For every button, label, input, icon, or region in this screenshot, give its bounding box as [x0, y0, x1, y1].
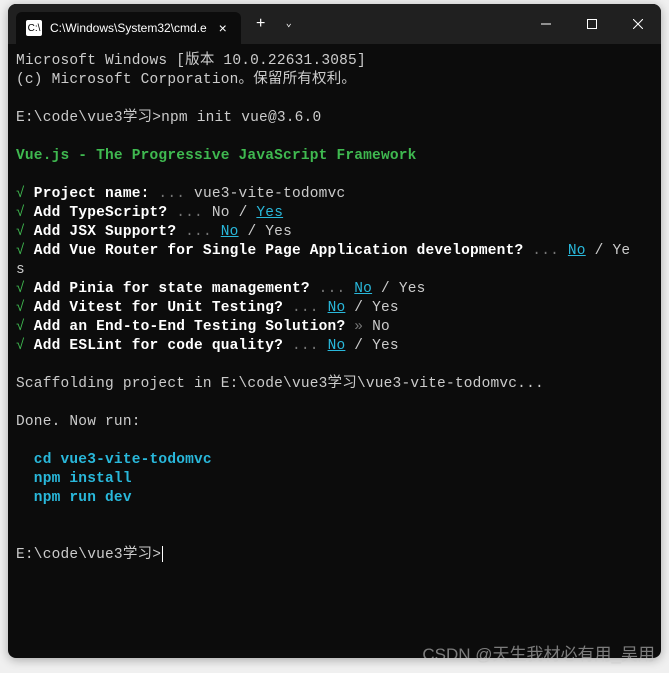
cmd-icon: C:\ [26, 20, 42, 36]
question-label: Add Vue Router for Single Page Applicati… [25, 243, 523, 259]
check-icon: √ [16, 186, 25, 202]
dots: ... [523, 243, 568, 259]
sep: / [239, 224, 266, 240]
question-label: Add JSX Support? [25, 224, 176, 240]
sep: / [345, 338, 372, 354]
answer-no: No [212, 205, 230, 221]
answer-yes: Yes [399, 281, 426, 297]
answer-no: No [221, 224, 239, 240]
question-label: Add Vitest for Unit Testing? [25, 300, 283, 316]
question-label: Add an End-to-End Testing Solution? [25, 319, 345, 335]
command-line: npm run dev [16, 490, 132, 506]
scaffolding-msg: Scaffolding project in E:\code\vue3学习\vu… [16, 376, 544, 392]
header-line1: Microsoft Windows [版本 10.0.22631.3085] [16, 53, 366, 69]
dots: ... [167, 205, 212, 221]
question-label: Add Pinia for state management? [25, 281, 310, 297]
answer-no: No [328, 338, 346, 354]
maximize-button[interactable] [569, 4, 615, 44]
vue-banner: Vue.js - The Progressive JavaScript Fram… [16, 148, 417, 164]
tab-active[interactable]: C:\ C:\Windows\System32\cmd.e × [16, 12, 241, 44]
header-line2: (c) Microsoft Corporation。保留所有权利。 [16, 72, 356, 88]
dots: ... [283, 300, 328, 316]
arrow: » [345, 319, 372, 335]
close-button[interactable] [615, 4, 661, 44]
terminal-content[interactable]: Microsoft Windows [版本 10.0.22631.3085] (… [8, 44, 661, 573]
prompt-path: E:\code\vue3学习> [16, 110, 161, 126]
dots: ... [176, 224, 221, 240]
answer-value: vue3-vite-todomvc [194, 186, 345, 202]
command-line: cd vue3-vite-todomvc [16, 452, 212, 468]
sep: / [372, 281, 399, 297]
answer-no: No [568, 243, 586, 259]
check-icon: √ [16, 205, 25, 221]
question-label: Add TypeScript? [25, 205, 167, 221]
answer-no: No [328, 300, 346, 316]
answer-yes: Yes [256, 205, 283, 221]
check-icon: √ [16, 338, 25, 354]
titlebar: C:\ C:\Windows\System32\cmd.e × + ⌄ [8, 4, 661, 44]
watermark: CSDN @天生我材必有用_吴用 [422, 640, 655, 665]
tab-dropdown-icon[interactable]: ⌄ [277, 8, 301, 40]
answer-yes: Yes [372, 300, 399, 316]
check-icon: √ [16, 319, 25, 335]
cursor [162, 546, 163, 562]
dots: ... [310, 281, 355, 297]
command-line: npm install [16, 471, 132, 487]
check-icon: √ [16, 243, 25, 259]
tab-title: C:\Windows\System32\cmd.e [50, 21, 207, 35]
prompt-final: E:\code\vue3学习> [16, 547, 161, 563]
answer-yes: Yes [372, 338, 399, 354]
prompt-cmd: npm init vue@3.6.0 [161, 110, 321, 126]
question-label: Add ESLint for code quality? [25, 338, 283, 354]
question-label: Project name: [25, 186, 150, 202]
minimize-button[interactable] [523, 4, 569, 44]
sep: / [230, 205, 257, 221]
check-icon: √ [16, 300, 25, 316]
terminal-window: C:\ C:\Windows\System32\cmd.e × + ⌄ Micr… [8, 4, 661, 658]
answer-value: No [372, 319, 390, 335]
sep: / [345, 300, 372, 316]
done-msg: Done. Now run: [16, 414, 141, 430]
sep: / [586, 243, 613, 259]
new-tab-button[interactable]: + [245, 8, 277, 40]
answer-yes: Yes [265, 224, 292, 240]
check-icon: √ [16, 224, 25, 240]
dots: ... [150, 186, 195, 202]
check-icon: √ [16, 281, 25, 297]
close-tab-icon[interactable]: × [215, 20, 231, 36]
answer-no: No [354, 281, 372, 297]
window-controls [523, 4, 661, 44]
dots: ... [283, 338, 328, 354]
